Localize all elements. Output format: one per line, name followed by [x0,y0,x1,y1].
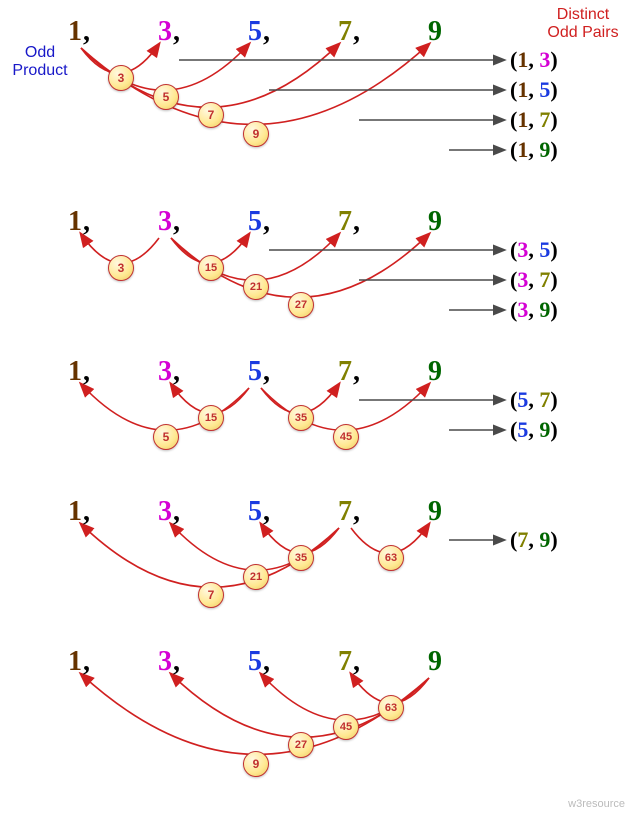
comma: , [353,206,360,238]
distinct-pair: (1, 7) [510,107,558,133]
product-badge: 7 [198,582,224,608]
comma: , [83,496,90,528]
product-badge: 45 [333,424,359,450]
distinct-pair: (5, 9) [510,417,558,443]
distinct-pair: (5, 7) [510,387,558,413]
product-badge: 21 [243,564,269,590]
comma: , [173,16,180,48]
distinct-pair: (7, 9) [510,527,558,553]
product-badge: 5 [153,424,179,450]
product-badge: 63 [378,695,404,721]
product-badge: 45 [333,714,359,740]
distinct-pair: (1, 3) [510,47,558,73]
comma: , [173,646,180,678]
comma: , [173,496,180,528]
comma: , [263,496,270,528]
comma: , [353,16,360,48]
number-9: 9 [420,358,450,386]
distinct-pair: (3, 7) [510,267,558,293]
comma: , [83,356,90,388]
comma: , [173,206,180,238]
comma: , [353,646,360,678]
comma: , [263,356,270,388]
distinct-pair: (1, 9) [510,137,558,163]
number-9: 9 [420,208,450,236]
watermark: w3resource [568,798,625,810]
product-badge: 21 [243,274,269,300]
product-badge: 35 [288,545,314,571]
odd-product-label: Odd Product [10,44,70,79]
comma: , [263,646,270,678]
product-badge: 15 [198,405,224,431]
comma: , [173,356,180,388]
number-9: 9 [420,498,450,526]
product-badge: 5 [153,84,179,110]
comma: , [83,646,90,678]
comma: , [83,16,90,48]
product-badge: 3 [108,255,134,281]
distinct-pair: (3, 9) [510,297,558,323]
product-badge: 63 [378,545,404,571]
product-badge: 27 [288,732,314,758]
diagram-canvas: Odd Product Distinct Odd Pairs w3resourc… [0,0,633,814]
product-badge: 7 [198,102,224,128]
product-badge: 9 [243,121,269,147]
product-badge: 15 [198,255,224,281]
comma: , [353,356,360,388]
product-badge: 35 [288,405,314,431]
number-9: 9 [420,648,450,676]
product-badge: 27 [288,292,314,318]
comma: , [83,206,90,238]
product-badge: 9 [243,751,269,777]
comma: , [353,496,360,528]
comma: , [263,16,270,48]
distinct-pair: (1, 5) [510,77,558,103]
product-badge: 3 [108,65,134,91]
distinct-pairs-label: Distinct Odd Pairs [543,6,623,41]
number-9: 9 [420,18,450,46]
comma: , [263,206,270,238]
distinct-pair: (3, 5) [510,237,558,263]
